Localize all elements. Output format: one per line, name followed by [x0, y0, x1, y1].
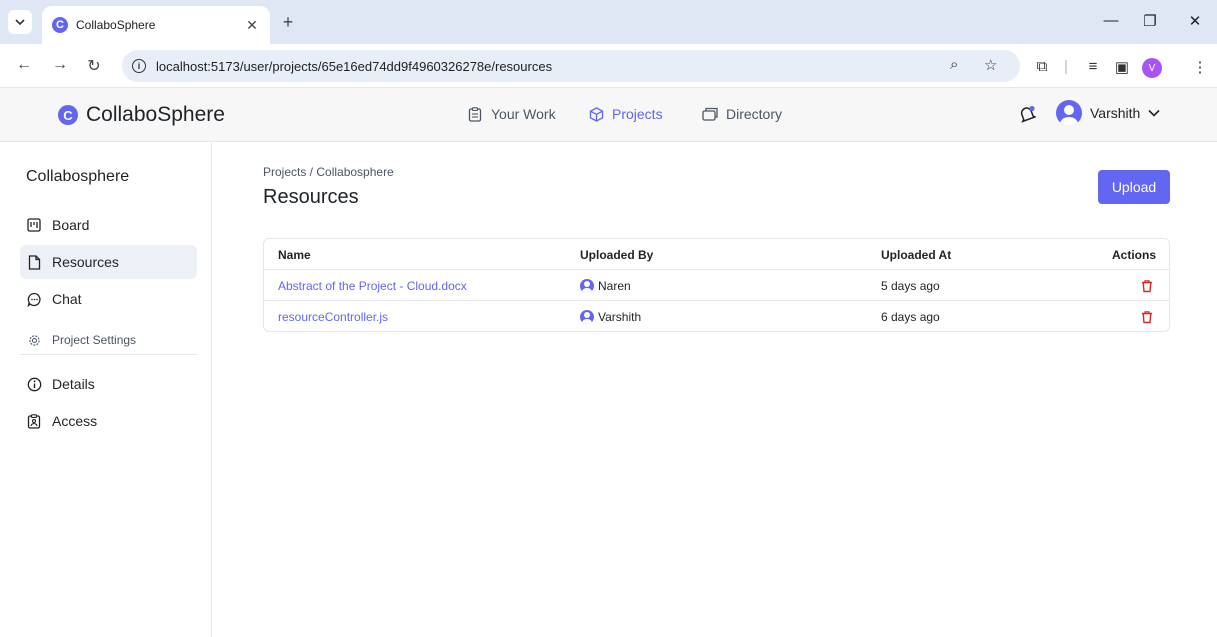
- clipboard-user-icon: [26, 413, 42, 429]
- sidebar-item-access[interactable]: Access: [20, 404, 197, 438]
- site-info-icon[interactable]: i: [132, 59, 146, 73]
- sidebar: Collabosphere Board Resources Chat Proje…: [0, 142, 212, 637]
- column-header-actions: Actions: [1111, 247, 1156, 262]
- nav-your-work[interactable]: Your Work: [467, 106, 556, 122]
- sidebar-item-label: Resources: [52, 254, 119, 270]
- column-header-uploaded-at: Uploaded At: [881, 247, 952, 262]
- sidebar-item-resources[interactable]: Resources: [20, 245, 197, 279]
- sidebar-title: Collabosphere: [26, 168, 130, 185]
- gear-icon: [26, 332, 42, 348]
- kanban-icon: [26, 217, 42, 233]
- resources-table: Name Uploaded By Uploaded At Actions Abs…: [263, 238, 1170, 332]
- uploader: Naren: [580, 270, 631, 301]
- nav-projects[interactable]: Projects: [588, 106, 663, 122]
- bookmark-star-icon[interactable]: ☆: [984, 56, 997, 74]
- close-window-button[interactable]: ✕: [1185, 12, 1205, 30]
- tab-title: CollaboSphere: [76, 18, 156, 32]
- delete-button[interactable]: [1140, 301, 1154, 331]
- app-header: C CollaboSphere Your Work Projects Direc…: [0, 88, 1217, 142]
- side-panel-icon[interactable]: ▣: [1112, 58, 1132, 76]
- zoom-icon[interactable]: ⌕: [950, 56, 958, 73]
- sidebar-item-details[interactable]: Details: [20, 367, 197, 401]
- sidebar-item-label: Project Settings: [52, 333, 137, 347]
- minimize-button[interactable]: —: [1101, 12, 1121, 29]
- uploader-name: Naren: [598, 278, 631, 293]
- restore-button[interactable]: ❐: [1140, 12, 1160, 30]
- tab-list-button[interactable]: [8, 10, 32, 34]
- notification-bell-icon[interactable]: [1018, 105, 1037, 123]
- favicon: C: [52, 17, 68, 33]
- clipboard-icon: [467, 106, 483, 122]
- media-controls-icon[interactable]: ≡: [1083, 58, 1103, 75]
- browser-toolbar: ← → ↻ i localhost:5173/user/projects/65e…: [0, 44, 1217, 88]
- chevron-down-icon: [15, 19, 25, 26]
- sidebar-divider: [20, 354, 197, 355]
- chevron-down-icon: [1148, 106, 1160, 120]
- menu-kebab-icon[interactable]: ⋮: [1190, 58, 1210, 76]
- toolbar-divider: |: [1064, 58, 1068, 75]
- brand[interactable]: C CollaboSphere: [58, 103, 225, 127]
- sidebar-item-label: Access: [52, 413, 98, 429]
- user-menu[interactable]: Varshith: [1056, 100, 1160, 126]
- close-tab-icon[interactable]: ✕: [244, 17, 260, 34]
- page-title: Resources: [263, 186, 359, 208]
- extensions-icon[interactable]: ⧉: [1032, 58, 1052, 75]
- browser-profile-avatar[interactable]: V: [1142, 58, 1162, 78]
- nav-label: Projects: [612, 106, 663, 122]
- info-icon: [26, 376, 42, 392]
- cube-icon: [588, 106, 604, 122]
- file-icon: [26, 254, 42, 270]
- sidebar-item-chat[interactable]: Chat: [20, 282, 197, 316]
- forward-button[interactable]: →: [50, 56, 70, 74]
- nav-directory[interactable]: Directory: [702, 106, 782, 122]
- sidebar-item-project-settings[interactable]: Project Settings: [20, 323, 197, 357]
- brand-logo: C: [58, 105, 78, 125]
- nav-label: Directory: [726, 106, 783, 122]
- uploaded-at: 6 days ago: [881, 309, 940, 324]
- uploaded-at: 5 days ago: [881, 278, 940, 293]
- user-name: Varshith: [1090, 105, 1141, 121]
- table-header-row: Name Uploaded By Uploaded At Actions: [264, 239, 1169, 270]
- url-text[interactable]: localhost:5173/user/projects/65e16ed74dd…: [156, 59, 552, 74]
- avatar: [1056, 100, 1082, 126]
- sidebar-item-label: Chat: [52, 291, 82, 307]
- new-tab-button[interactable]: +: [278, 12, 298, 33]
- column-header-name: Name: [278, 247, 311, 262]
- trash-icon: [1142, 279, 1152, 292]
- uploader: Varshith: [580, 301, 642, 331]
- avatar: [580, 309, 594, 324]
- table-row: Abstract of the Project - Cloud.docx Nar…: [264, 270, 1169, 301]
- chat-icon: [26, 291, 42, 307]
- trash-icon: [1142, 310, 1152, 323]
- sidebar-item-label: Board: [52, 217, 90, 233]
- reload-button[interactable]: ↻: [84, 56, 104, 76]
- resource-name-link[interactable]: resourceController.js: [278, 301, 388, 331]
- column-header-uploaded-by: Uploaded By: [580, 247, 654, 262]
- sidebar-item-label: Details: [52, 376, 95, 392]
- table-row: resourceController.js Varshith 6 days ag…: [264, 301, 1169, 331]
- folder-stack-icon: [702, 106, 718, 122]
- browser-tab[interactable]: C CollaboSphere ✕: [42, 6, 270, 44]
- back-button[interactable]: ←: [14, 56, 34, 74]
- avatar: [580, 278, 594, 293]
- delete-button[interactable]: [1140, 270, 1154, 301]
- uploader-name: Varshith: [598, 309, 642, 324]
- brand-name: CollaboSphere: [86, 103, 225, 126]
- sidebar-item-board[interactable]: Board: [20, 208, 197, 242]
- resource-name-link[interactable]: Abstract of the Project - Cloud.docx: [278, 270, 467, 301]
- address-bar[interactable]: i localhost:5173/user/projects/65e16ed74…: [122, 50, 1020, 82]
- nav-label: Your Work: [491, 106, 556, 122]
- browser-tabstrip: C CollaboSphere ✕ + — ❐ ✕: [0, 0, 1217, 44]
- upload-button[interactable]: Upload: [1098, 170, 1170, 204]
- breadcrumb: Projects / Collabosphere: [263, 165, 394, 179]
